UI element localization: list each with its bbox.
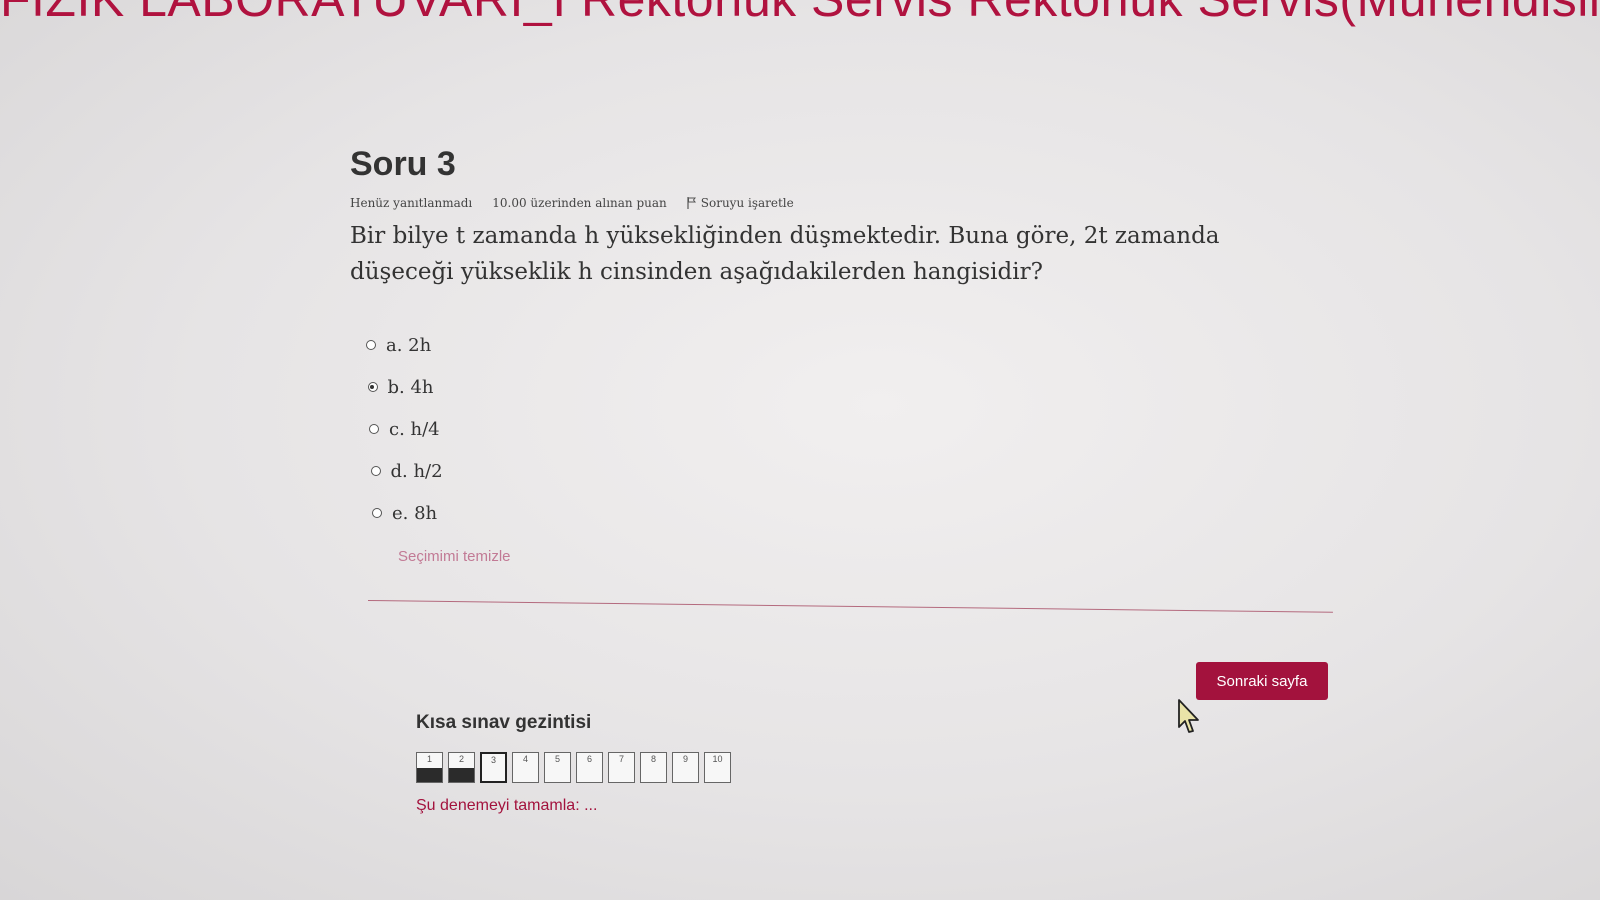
quiz-nav-question-button[interactable]: 1 xyxy=(416,752,443,783)
radio-icon[interactable] xyxy=(369,424,379,434)
question-title: Soru 3 xyxy=(350,145,456,183)
question-status: Henüz yanıtlanmadı xyxy=(350,196,473,210)
quiz-nav-question-button[interactable]: 2 xyxy=(448,752,475,783)
answer-options: a. 2h b. 4h c. h/4 d. h/2 e. 8h xyxy=(366,324,1350,534)
mouse-cursor-icon xyxy=(1178,699,1199,733)
answer-option[interactable]: c. h/4 xyxy=(369,408,1350,450)
quiz-nav-question-button[interactable]: 10 xyxy=(704,752,731,783)
radio-icon[interactable] xyxy=(370,466,381,476)
radio-selected-icon[interactable] xyxy=(367,382,378,392)
quiz-nav-question-number: 9 xyxy=(682,754,688,764)
answer-option[interactable]: e. 8h xyxy=(372,492,1350,534)
quiz-nav-question-button[interactable]: 4 xyxy=(512,752,539,783)
quiz-nav-question-number: 5 xyxy=(554,754,560,764)
quiz-nav-question-number: 2 xyxy=(458,754,464,764)
quiz-nav-question-number: 3 xyxy=(490,755,496,765)
quiz-nav-question-number: 6 xyxy=(586,754,592,764)
answer-option[interactable]: a. 2h xyxy=(366,324,1350,366)
answer-option[interactable]: b. 4h xyxy=(367,366,1351,408)
quiz-nav-question-button[interactable]: 5 xyxy=(544,752,571,783)
radio-icon[interactable] xyxy=(366,340,376,350)
flag-question-label: Soruyu işaretle xyxy=(700,196,794,210)
finish-attempt-link[interactable]: Şu denemeyi tamamla: ... xyxy=(416,797,597,815)
radio-icon[interactable] xyxy=(372,508,382,518)
next-page-button[interactable]: Sonraki sayfa xyxy=(1196,662,1328,700)
quiz-nav-question-number: 10 xyxy=(712,754,723,764)
answer-option-label: d. h/2 xyxy=(390,460,443,482)
flag-icon xyxy=(687,197,696,209)
flag-question-link[interactable]: Soruyu işaretle xyxy=(687,196,794,210)
quiz-nav-question-number: 4 xyxy=(522,754,528,764)
quiz-nav-question-number: 1 xyxy=(426,754,432,764)
clear-selection-link[interactable]: Seçimimi temizle xyxy=(398,548,511,565)
divider xyxy=(367,600,1333,613)
quiz-navigation-title: Kısa sınav gezintisi xyxy=(416,712,592,733)
quiz-nav-question-button[interactable]: 3 xyxy=(480,752,507,783)
answer-option-label: e. 8h xyxy=(392,502,438,524)
answer-option[interactable]: d. h/2 xyxy=(370,450,1351,492)
answer-option-label: a. 2h xyxy=(386,334,432,356)
question-info: Henüz yanıtlanmadı 10.00 üzerinden alına… xyxy=(350,196,1350,210)
quiz-navigation-grid: 1 2 3 4 5 6 7 8 9 10 xyxy=(416,752,731,783)
question-points: 10.00 üzerinden alınan puan xyxy=(492,196,667,210)
quiz-nav-question-number: 7 xyxy=(618,754,624,764)
question-text: Bir bilye t zamanda h yüksekliğinden düş… xyxy=(350,223,1220,285)
quiz-nav-question-button[interactable]: 7 xyxy=(608,752,635,783)
answer-option-label: c. h/4 xyxy=(389,418,440,440)
quiz-nav-question-button[interactable]: 8 xyxy=(640,752,667,783)
question-card: Soru 3 Henüz yanıtlanmadı 10.00 üzerinde… xyxy=(350,145,1350,566)
quiz-nav-question-number: 8 xyxy=(650,754,656,764)
course-title-banner: FİZİK LABORATUVARI_I Rektörlük Servis Re… xyxy=(0,0,1600,28)
quiz-nav-question-button[interactable]: 9 xyxy=(672,752,699,783)
quiz-nav-question-button[interactable]: 6 xyxy=(576,752,603,783)
answer-option-label: b. 4h xyxy=(387,376,434,398)
quiz-navigation: Kısa sınav gezintisi 1 2 3 4 5 6 7 8 9 10 Şu dene… xyxy=(416,712,731,815)
